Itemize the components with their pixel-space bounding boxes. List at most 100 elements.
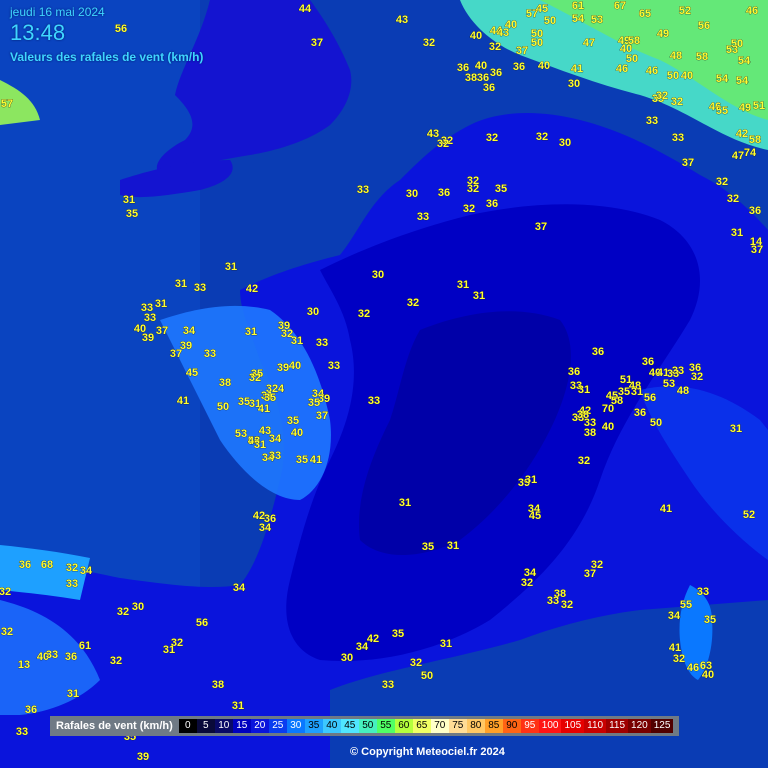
- gust-value: 58: [749, 134, 761, 146]
- gust-value: 31: [163, 644, 175, 656]
- gust-value: 33: [204, 348, 216, 360]
- legend-swatch: 10: [214, 719, 233, 733]
- gust-value: 42: [736, 128, 748, 140]
- gust-value: 33: [328, 360, 340, 372]
- header-subtitle: Valeurs des rafales de vent (km/h): [10, 50, 204, 64]
- gust-value: 32: [463, 203, 475, 215]
- legend-swatch: 65: [412, 719, 431, 733]
- gust-value: 41: [258, 403, 270, 415]
- gust-value: 33: [357, 184, 369, 196]
- gust-value: 48: [670, 50, 682, 62]
- gust-value: 34: [80, 565, 93, 577]
- gust-value: 58: [611, 395, 623, 407]
- gust-value: 31: [399, 497, 411, 509]
- gust-value: 31: [578, 384, 590, 396]
- gust-value: 30: [406, 188, 418, 200]
- gust-value: 37: [682, 157, 694, 169]
- gust-value: 4: [278, 383, 285, 395]
- gust-value: 45: [536, 3, 548, 15]
- gust-value: 31: [245, 326, 257, 338]
- gust-value: 40: [702, 669, 714, 681]
- gust-value: 55: [680, 599, 692, 611]
- gust-value: 32: [117, 606, 129, 618]
- gust-value: 40: [602, 421, 614, 433]
- legend-swatch: 110: [584, 719, 607, 733]
- gust-value: 45: [529, 510, 541, 522]
- gust-value: 46: [646, 65, 658, 77]
- gust-value: 32: [561, 599, 573, 611]
- gust-value: 35: [296, 454, 308, 466]
- legend-swatch: 0: [178, 719, 197, 733]
- gust-value: 42: [246, 283, 258, 295]
- gust-value: 54: [736, 75, 749, 87]
- gust-value: 37: [516, 45, 528, 57]
- gust-value: 31: [525, 474, 537, 486]
- gust-value: 34: [269, 433, 282, 445]
- header-date: jeudi 16 mai 2024: [10, 5, 105, 19]
- gust-value: 56: [196, 617, 208, 629]
- gust-value: 34: [259, 522, 272, 534]
- gust-value: 33: [316, 337, 328, 349]
- gust-value: 35: [704, 614, 716, 626]
- gust-value: 32: [423, 37, 435, 49]
- gust-value: 65: [639, 8, 651, 20]
- legend-swatch: 35: [304, 719, 323, 733]
- gust-value: 36: [568, 366, 580, 378]
- gust-value: 68: [41, 559, 53, 571]
- gust-value: 36: [65, 651, 77, 663]
- copyright-notice: © Copyright Meteociel.fr 2024: [350, 746, 505, 758]
- gust-value: 32: [716, 176, 728, 188]
- gust-value: 61: [572, 0, 584, 12]
- gust-value: 41: [660, 503, 672, 515]
- gust-value: 31: [123, 194, 135, 206]
- legend-swatch: 30: [286, 719, 305, 733]
- weather-map-view: 44 43 56 37 32 57 31 35 31 31 33 42 33 31 33 40 39 37 34 31…: [0, 0, 768, 768]
- gust-value: 55: [716, 105, 728, 117]
- gust-value: 31: [631, 386, 643, 398]
- gust-value: 33: [46, 649, 58, 661]
- gust-value: 54: [572, 13, 585, 25]
- gust-value: 37: [156, 325, 168, 337]
- legend-swatches: 0 5 10 15 20 25 30 35 40 45 50 55 60 65 70 75 80 85 90 95 10…: [178, 719, 674, 733]
- legend-swatch: 80: [466, 719, 485, 733]
- gust-value: 33: [672, 132, 684, 144]
- gust-value: 46: [687, 662, 699, 674]
- gust-value: 30: [307, 306, 319, 318]
- gust-value: 32: [410, 657, 422, 669]
- gust-value: 50: [667, 70, 679, 82]
- wind-gust-map: 44435637 325731353131 33 4233 3133403937 34 31…: [0, 0, 768, 768]
- gust-value: 56: [698, 20, 710, 32]
- gust-value: 30: [372, 269, 384, 281]
- gust-value: 31: [457, 279, 469, 291]
- gust-value: 31: [447, 540, 459, 552]
- legend-swatch: 75: [448, 719, 467, 733]
- gust-value: 39: [137, 751, 149, 763]
- gust-value: 37: [316, 410, 328, 422]
- gust-value: 32: [358, 308, 370, 320]
- gust-value: 44: [299, 3, 312, 15]
- gust-value: 13: [18, 659, 30, 671]
- gust-value: 53: [235, 428, 247, 440]
- gust-value: 33: [646, 115, 658, 127]
- gust-value: 61: [79, 640, 91, 652]
- gust-value: 38: [212, 679, 224, 691]
- gust-value: 38: [584, 427, 596, 439]
- gust-value: 39: [142, 332, 154, 344]
- gust-value: 34: [233, 582, 246, 594]
- gust-value: 37: [535, 221, 547, 233]
- gust-value: 33: [194, 282, 206, 294]
- legend-swatch: 120: [628, 719, 651, 733]
- gust-value: 30: [132, 601, 144, 613]
- gust-value: 43: [396, 14, 408, 26]
- legend-swatch: 60: [394, 719, 413, 733]
- gust-value: 40: [538, 60, 550, 72]
- gust-value: 34: [356, 641, 369, 653]
- gust-value: 54: [716, 73, 729, 85]
- gust-value: 47: [583, 37, 595, 49]
- gust-value: 41: [177, 395, 189, 407]
- gust-value: 32: [0, 586, 11, 598]
- gust-value: 33: [66, 578, 78, 590]
- gust-value: 53: [591, 14, 603, 26]
- gust-value: 47: [732, 150, 744, 162]
- gust-value: 50: [217, 401, 229, 413]
